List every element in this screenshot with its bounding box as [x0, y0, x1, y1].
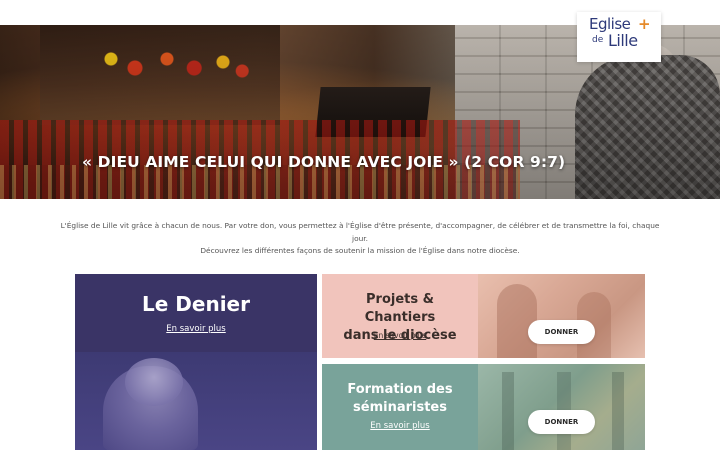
card-denier-figure-head — [125, 358, 183, 406]
card-formation-column-1 — [502, 372, 514, 450]
card-denier-title: Le Denier — [142, 292, 250, 316]
intro-line-2: Découvrez les différentes façons de sout… — [200, 246, 520, 255]
logo-text-lille: Lille — [608, 31, 638, 50]
card-formation-title-line-1: Formation des — [347, 382, 453, 397]
card-projets-arch — [497, 284, 537, 358]
site-logo[interactable]: Eglise + de Lille — [577, 12, 661, 62]
page: « DIEU AIME CELUI QUI DONNE AVEC JOIE » … — [0, 0, 720, 450]
card-projets-title-line-1: Projets & Chantiers — [364, 292, 436, 325]
logo-text-de: de — [592, 35, 604, 45]
intro-text: L'Église de Lille vit grâce à chacun de … — [60, 220, 660, 258]
cross-icon: + — [638, 15, 651, 33]
intro-line-1: L'Église de Lille vit grâce à chacun de … — [60, 221, 660, 243]
card-formation-title-line-2: séminaristes — [353, 400, 447, 415]
card-formation-column-3 — [612, 372, 624, 450]
donner-button-formation[interactable]: DONNER — [528, 410, 595, 434]
card-denier-link[interactable]: En savoir plus — [75, 324, 317, 334]
hero-title: « DIEU AIME CELUI QUI DONNE AVEC JOIE » … — [82, 153, 566, 171]
donner-button-projets[interactable]: DONNER — [528, 320, 595, 344]
card-projets-link[interactable]: En savoir plus — [330, 331, 470, 340]
card-formation-link[interactable]: En savoir plus — [330, 421, 470, 431]
card-formation-title: Formation des séminaristes — [330, 381, 470, 417]
